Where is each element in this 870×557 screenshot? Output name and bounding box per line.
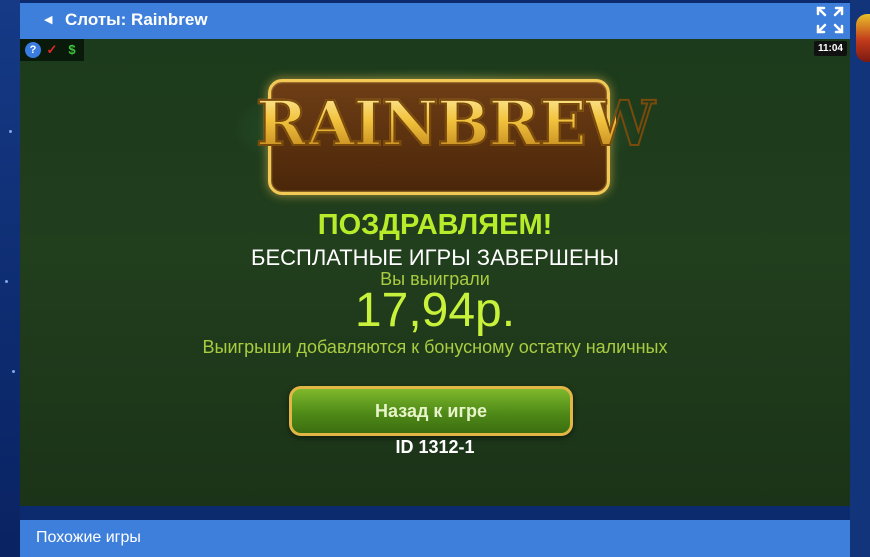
decor-dot <box>9 130 12 133</box>
similar-games-title: Похожие игры <box>36 529 141 546</box>
back-to-game-button[interactable]: Назад к игре <box>289 386 573 436</box>
game-window: ? ✓ $ 11:04 RAINBREW ПОЗДРАВЛЯЕМ! БЕСПЛА… <box>20 39 850 506</box>
clock: 11:04 <box>813 41 847 56</box>
similar-games-section: Похожие игры <box>20 520 850 557</box>
decor-dot <box>12 370 15 373</box>
help-icon[interactable]: ? <box>25 42 41 58</box>
side-banner[interactable] <box>856 14 870 62</box>
logo-text: RAINBREW <box>255 86 656 161</box>
game-toolbar: ? ✓ $ <box>20 39 84 61</box>
game-header: ◀ Слоты: Rainbrew <box>20 3 850 39</box>
win-amount: 17,94р. <box>354 284 516 337</box>
page-background-right <box>850 0 870 557</box>
check-icon[interactable]: ✓ <box>44 42 60 58</box>
page-background-left <box>0 0 20 557</box>
winnings-note: Выигрыши добавляются к бонусному остатку… <box>202 337 668 357</box>
dollar-icon[interactable]: $ <box>64 42 80 58</box>
page-title: Слоты: Rainbrew <box>65 10 208 29</box>
decor-dot <box>5 280 8 283</box>
expand-icon[interactable] <box>814 4 846 36</box>
free-games-finished-text: БЕСПЛАТНЫЕ ИГРЫ ЗАВЕРШЕНЫ <box>251 245 619 270</box>
chevron-left-icon[interactable]: ◀ <box>44 13 52 26</box>
congrats-heading: ПОЗДРАВЛЯЕМ! <box>317 209 553 241</box>
game-logo: RAINBREW <box>236 49 656 209</box>
game-id: ID 1312-1 <box>395 437 475 457</box>
